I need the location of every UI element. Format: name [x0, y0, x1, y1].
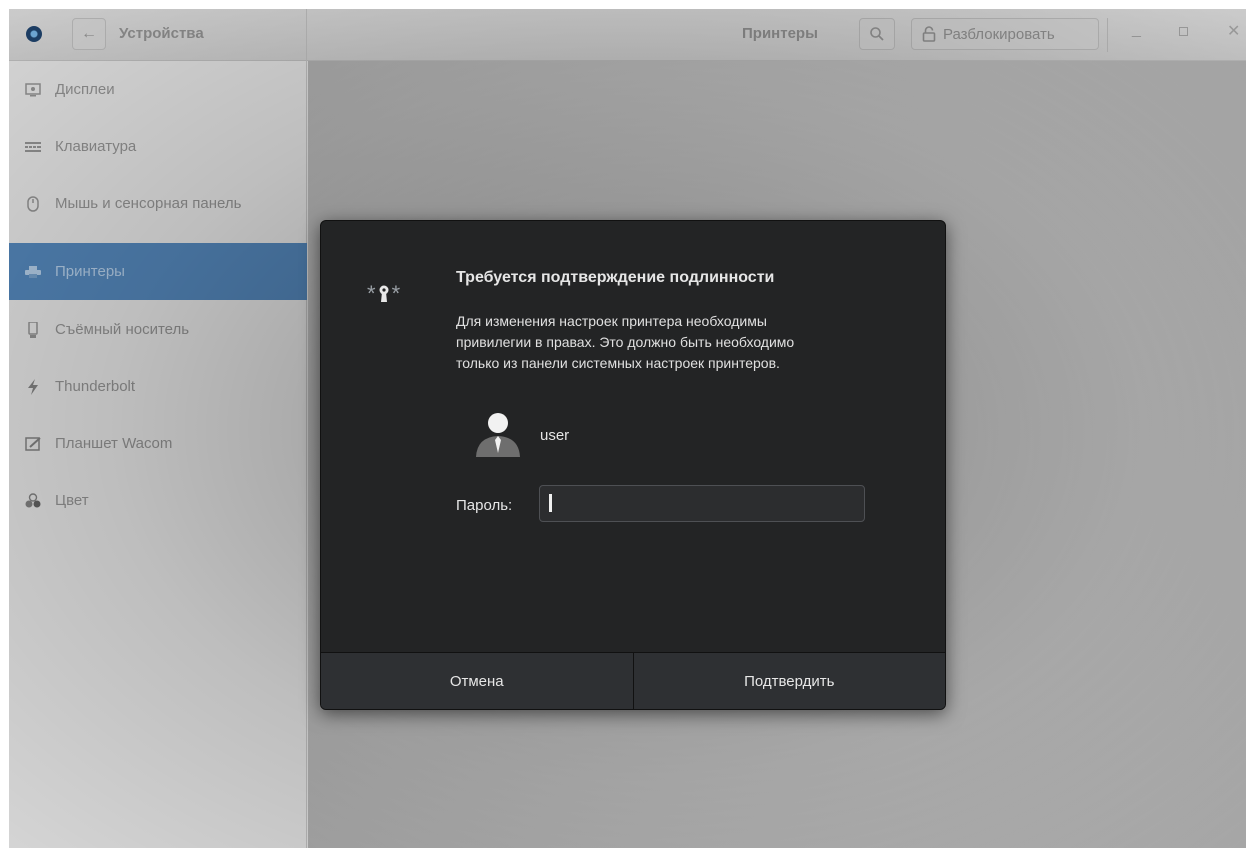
sidebar-item-color[interactable]: Цвет [9, 472, 307, 529]
dialog-title: Требуется подтверждение подлинности [456, 269, 775, 286]
unlock-button[interactable]: Разблокировать [911, 18, 1099, 50]
section-title: Устройства [119, 25, 204, 42]
user-name: user [540, 427, 570, 444]
dialog-message-line: привилегии в правах. Это должно быть нео… [456, 334, 795, 350]
minimize-icon: _ [1132, 21, 1141, 38]
cancel-label: Отмена [449, 672, 504, 690]
cancel-button[interactable]: Отмена [321, 653, 633, 709]
arrow-left-icon: ← [81, 25, 97, 42]
sidebar-item-label: Мышь и сенсорная панель [55, 195, 242, 212]
password-label: Пароль: [456, 497, 513, 514]
dialog-message-line: только из панели системных настроек прин… [456, 355, 780, 371]
sidebar-item-keyboard[interactable]: Клавиатура [9, 118, 307, 175]
header-bar: ← Устройства Принтеры Разблокировать _ ✕ [9, 9, 1246, 61]
mouse-icon [25, 195, 41, 212]
sidebar-item-label: Принтеры [55, 263, 125, 280]
back-button[interactable]: ← [72, 18, 106, 50]
authentication-keyhole-icon: * * [367, 281, 401, 306]
dialog-message-line: Для изменения настроек принтера необходи… [456, 313, 767, 329]
sidebar-item-displays[interactable]: Дисплеи [9, 61, 307, 118]
maximize-button[interactable] [1179, 23, 1188, 41]
display-icon [25, 82, 41, 98]
confirm-label: Подтвердить [744, 672, 835, 690]
header-left-section: ← Устройства [9, 9, 307, 61]
sidebar-item-wacom-tablet[interactable]: Планшет Wacom [9, 415, 307, 472]
tablet-icon [25, 436, 41, 452]
sidebar-item-printers[interactable]: Принтеры [9, 243, 307, 300]
search-icon [870, 27, 884, 41]
sidebar-item-label: Thunderbolt [55, 378, 136, 395]
sidebar-item-removable-media[interactable]: Съёмный носитель [9, 301, 307, 358]
keyboard-icon [25, 139, 41, 155]
user-avatar [473, 409, 523, 459]
sidebar-item-label: Клавиатура [55, 138, 137, 155]
authentication-dialog: * * Требуется подтверждение подлинности … [320, 220, 946, 710]
minimize-button[interactable]: _ [1132, 21, 1141, 39]
dialog-button-bar: Отмена Подтвердить [321, 652, 945, 709]
removable-media-icon [25, 321, 41, 338]
sidebar-item-mouse[interactable]: Мышь и сенсорная панель [9, 175, 307, 232]
sidebar-item-label: Цвет [55, 492, 89, 509]
page-title: Принтеры [742, 25, 818, 42]
sidebar-item-label: Планшет Wacom [55, 435, 173, 452]
lock-icon [922, 26, 936, 42]
confirm-button[interactable]: Подтвердить [632, 653, 945, 709]
color-icon [25, 492, 41, 509]
dialog-message: Для изменения настроек принтера необходи… [456, 311, 916, 374]
printer-icon [25, 264, 41, 280]
close-button[interactable]: ✕ [1227, 21, 1240, 41]
header-separator [1107, 18, 1108, 52]
password-field[interactable] [539, 485, 865, 522]
sidebar-item-label: Дисплеи [55, 81, 115, 98]
maximize-icon [1179, 27, 1188, 36]
settings-app-icon [26, 26, 42, 42]
sidebar-item-label: Съёмный носитель [55, 321, 190, 338]
text-cursor [549, 494, 552, 512]
sidebar: Дисплеи Клавиатура Мышь и сенсорная пане… [9, 61, 307, 848]
close-icon: ✕ [1227, 23, 1241, 40]
sidebar-item-thunderbolt[interactable]: Thunderbolt [9, 358, 307, 415]
unlock-label: Разблокировать [943, 25, 1055, 43]
search-button[interactable] [859, 18, 895, 50]
thunderbolt-icon [25, 378, 41, 395]
